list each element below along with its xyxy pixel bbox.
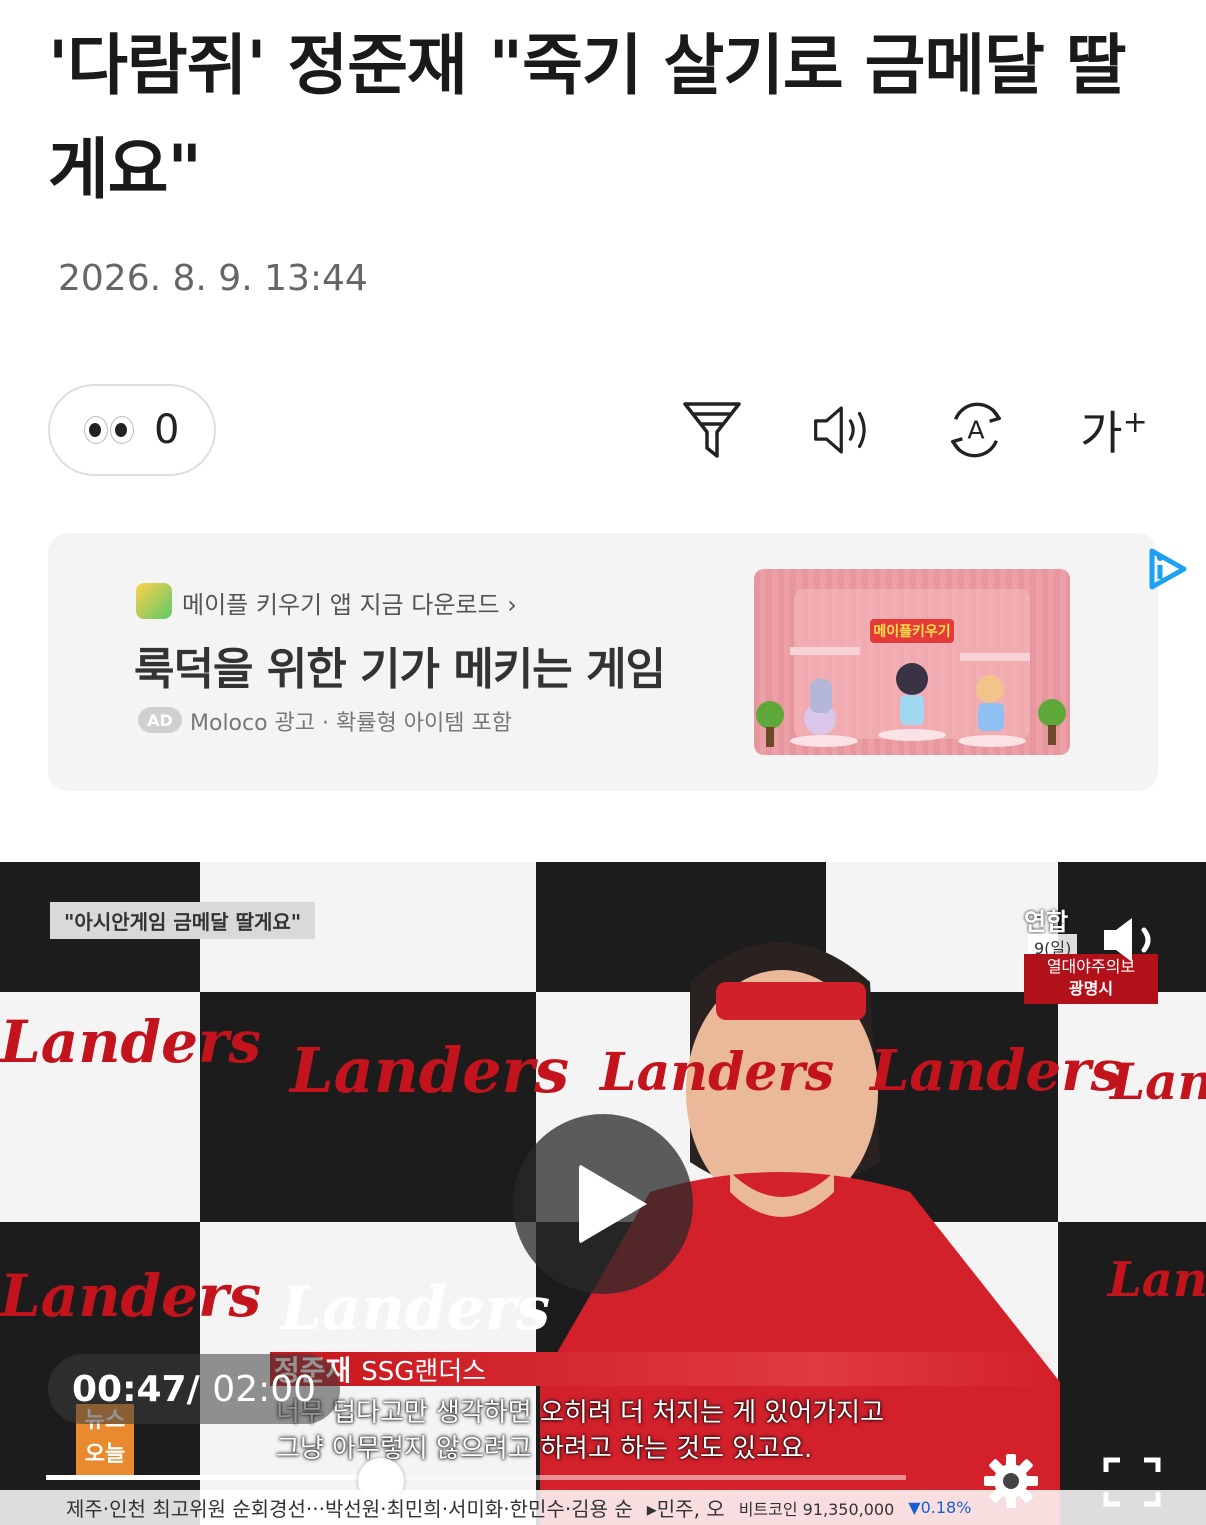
eyes-icon	[84, 416, 134, 444]
volume-icon[interactable]	[1100, 914, 1170, 970]
landers-logo: Landers	[1110, 1052, 1206, 1111]
ad-image-title: 메이플키우기	[873, 623, 950, 640]
subtitle: 너무 덥다고만 생각하면 오히려 더 처지는 게 있어가지고 그냥 아무렇지 않…	[276, 1398, 885, 1464]
article-title: '다람쥐' 정준재 "죽기 살기로 금메달 딸게요"	[48, 27, 1127, 208]
ad-meta: Moloco 광고 · 확률형 아이템 포함	[190, 711, 512, 736]
landers-logo: Landers	[1108, 1252, 1206, 1308]
filter-icon[interactable]	[680, 396, 744, 464]
landers-logo: Landers	[0, 1262, 262, 1330]
reaction-count: 0	[154, 407, 180, 453]
progress-bar[interactable]	[46, 1475, 906, 1480]
landers-logo: Landers	[870, 1038, 1123, 1104]
settings-icon[interactable]	[982, 1452, 1040, 1514]
video-time: 00:47/ 02:00	[48, 1354, 341, 1424]
current-time: 00:47	[72, 1368, 187, 1410]
speaker-icon[interactable]	[812, 396, 876, 464]
svg-text:A: A	[967, 416, 985, 445]
landers-logo: Landers	[0, 1008, 262, 1076]
landers-logo: Landers	[280, 1274, 551, 1344]
ad-banner[interactable]: 메이플 키우기 앱 지금 다운로드 › 룩덕을 위한 기가 메키는 게임 AD …	[48, 533, 1187, 791]
landers-logo: Landers	[600, 1042, 835, 1103]
reaction-button[interactable]: 0	[48, 384, 216, 476]
ad-headline[interactable]: 룩덕을 위한 기가 메키는 게임	[134, 633, 666, 697]
adchoices-icon[interactable]	[1144, 545, 1192, 597]
video-player[interactable]: Landers Landers Landers Landers Landers …	[0, 862, 1206, 1525]
ad-badge: AD	[138, 707, 182, 733]
speaker-lower-third: 정준재 SSG랜더스	[270, 1352, 1054, 1387]
article-date: 2026. 8. 9. 13:44	[58, 258, 368, 299]
ad-image[interactable]: 메이플키우기	[754, 569, 1070, 755]
landers-logo: Landers	[290, 1034, 570, 1107]
speaker-team: SSG랜더스	[361, 1356, 487, 1387]
total-time: 02:00	[212, 1368, 317, 1410]
fullscreen-icon[interactable]	[1102, 1456, 1162, 1512]
app-icon	[136, 583, 172, 619]
font-size-icon[interactable]: 가 +	[1074, 396, 1154, 464]
broadcaster-logo: 연합	[1024, 908, 1069, 936]
translate-icon[interactable]: A	[944, 396, 1008, 464]
font-size-label: 가	[1080, 406, 1123, 460]
video-tag: "아시안게임 금메달 딸게요"	[50, 902, 316, 939]
ad-source-link[interactable]: 메이플 키우기 앱 지금 다운로드 ›	[182, 585, 517, 620]
play-button[interactable]	[513, 1114, 693, 1294]
